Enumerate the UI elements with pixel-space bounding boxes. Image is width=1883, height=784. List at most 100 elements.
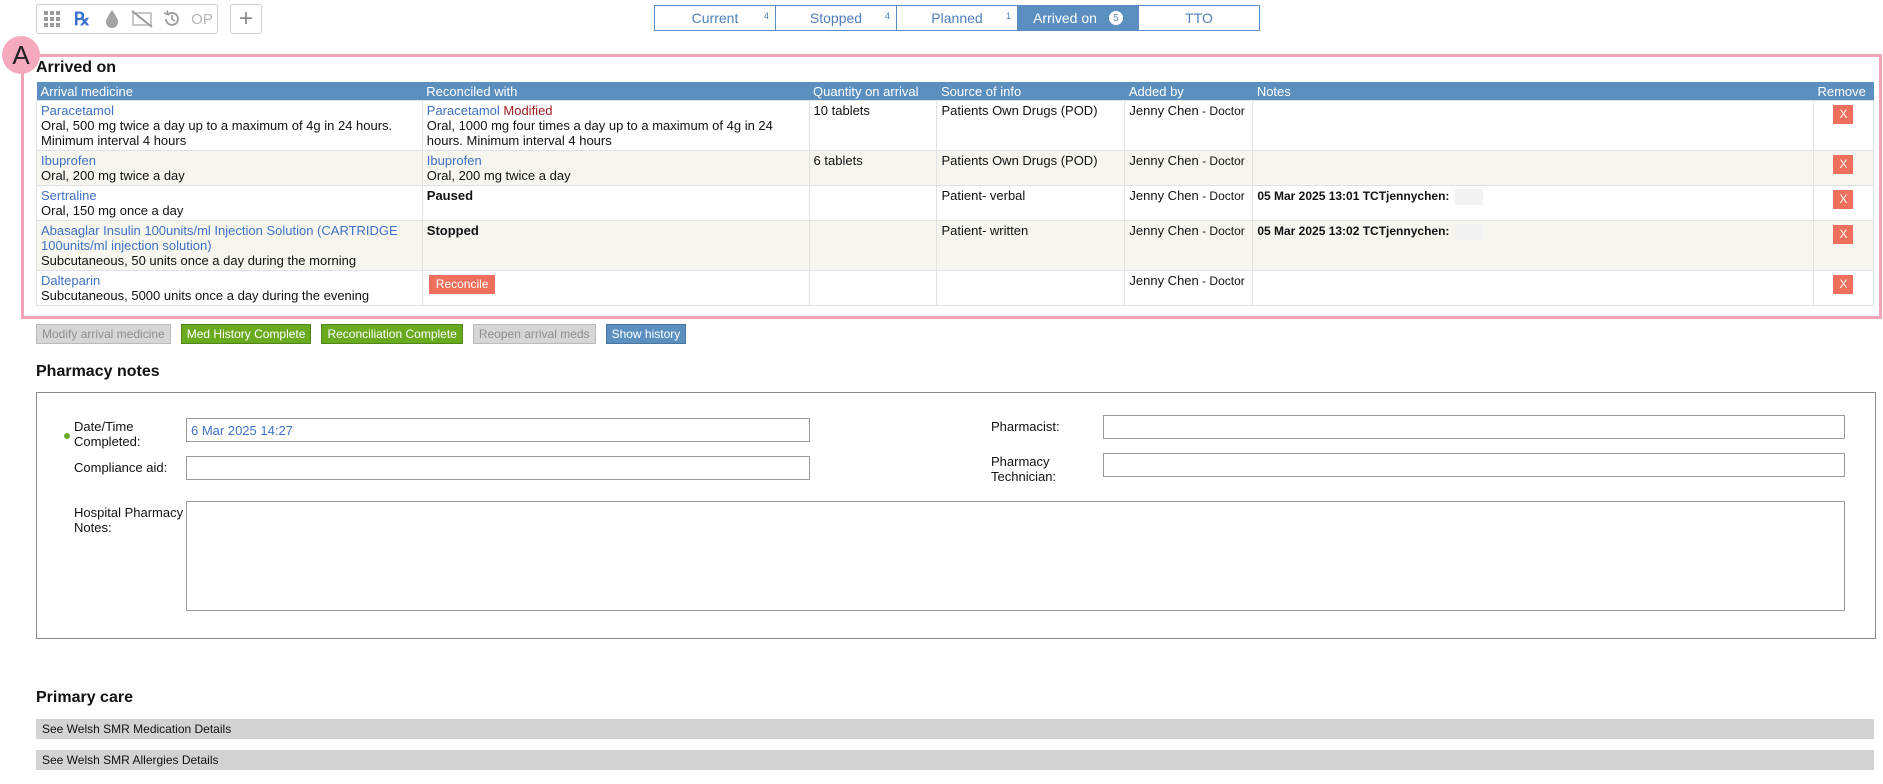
grid-icon[interactable] — [37, 5, 67, 33]
rx-icon[interactable]: ℞ — [67, 5, 97, 33]
added-by-role: - Doctor — [1198, 104, 1245, 118]
remove-button[interactable]: X — [1833, 190, 1854, 209]
drop-icon[interactable] — [97, 5, 127, 33]
datetime-completed-field[interactable]: 6 Mar 2025 14:27 — [186, 418, 810, 442]
remove-cell: X — [1812, 150, 1875, 186]
pharmacist-field[interactable] — [1103, 415, 1845, 439]
remove-cell: X — [1812, 270, 1875, 306]
added-by-role: - Doctor — [1198, 274, 1245, 288]
medicine-dose: Subcutaneous, 50 units once a day during… — [41, 253, 357, 268]
tab-count-badge: 5 — [1108, 11, 1123, 25]
redacted-block — [1455, 188, 1484, 205]
column-header: Arrival medicine — [36, 82, 423, 101]
column-header: Source of info — [936, 82, 1125, 101]
added-by-role: - Doctor — [1198, 224, 1245, 238]
column-header: Notes — [1252, 82, 1814, 101]
added-by-cell: Jenny Chen - Doctor — [1124, 185, 1254, 221]
remove-cell: X — [1812, 220, 1875, 271]
welsh-smr-medication-link[interactable]: See Welsh SMR Medication Details — [36, 719, 1874, 739]
tab-count: 1 — [1005, 11, 1011, 21]
reopen-arrival-meds-button[interactable]: Reopen arrival meds — [472, 324, 596, 344]
table-header-row: Arrival medicine Reconciled with Quantit… — [36, 82, 1874, 101]
table-row: Abasaglar Insulin 100units/ml Injection … — [36, 220, 1875, 271]
reconciled-cell: Ibuprofen Oral, 200 mg twice a day — [421, 150, 810, 186]
pharmacy-notes-title: Pharmacy notes — [36, 363, 160, 380]
tab-label: TTO — [1185, 10, 1213, 26]
added-by-cell: Jenny Chen - Doctor — [1124, 220, 1254, 271]
show-history-button[interactable]: Show history — [605, 324, 687, 344]
remove-button[interactable]: X — [1833, 155, 1854, 174]
compliance-aid-field[interactable] — [186, 456, 810, 480]
medicine-link[interactable]: Dalteparin — [41, 273, 418, 288]
notes-cell — [1252, 150, 1814, 186]
reconciled-dose: Oral, 200 mg twice a day — [426, 168, 571, 183]
column-header: Remove — [1813, 82, 1874, 101]
reconciled-medicine-link[interactable]: Ibuprofen — [427, 153, 805, 168]
tab-count: 4 — [763, 11, 769, 21]
history-icon[interactable] — [157, 5, 187, 33]
note-text: 05 Mar 2025 13:02 TCTjennychen: — [1257, 224, 1450, 238]
medicine-dose: Oral, 200 mg twice a day — [41, 168, 185, 183]
column-header: Reconciled with — [422, 82, 810, 101]
remove-button[interactable]: X — [1833, 275, 1854, 294]
tab-arrived-on[interactable]: Arrived on 5 — [1018, 6, 1139, 30]
remove-button[interactable]: X — [1833, 105, 1854, 124]
required-indicator-icon — [64, 433, 70, 439]
medicine-link[interactable]: Sertraline — [41, 188, 418, 203]
tab-label: Planned — [931, 10, 983, 26]
medicine-dose: Oral, 150 mg once a day — [41, 203, 184, 218]
tab-planned[interactable]: Planned 1 — [897, 6, 1018, 30]
added-by-name: Jenny Chen — [1129, 223, 1199, 238]
reconciliation-complete-button[interactable]: Reconciliation Complete — [321, 324, 463, 344]
table-row: Dalteparin Subcutaneous, 5000 units once… — [36, 270, 1875, 306]
tab-tto[interactable]: TTO — [1139, 6, 1259, 30]
medicine-link[interactable]: Ibuprofen — [41, 153, 418, 168]
remove-cell: X — [1812, 100, 1875, 151]
arrived-on-title: Arrived on — [36, 59, 117, 76]
quantity-cell — [808, 185, 938, 221]
med-history-complete-button[interactable]: Med History Complete — [180, 324, 312, 344]
source-cell: Patient- verbal — [936, 185, 1126, 221]
reconciled-medicine-link[interactable]: Paracetamol — [427, 103, 500, 118]
tab-current[interactable]: Current 4 — [655, 6, 776, 30]
source-cell — [936, 270, 1126, 306]
reconcile-button[interactable]: Reconcile — [428, 275, 496, 294]
medicine-link[interactable]: Paracetamol — [41, 103, 418, 118]
reconciled-cell: Reconcile — [421, 270, 810, 306]
pharmacy-technician-field[interactable] — [1103, 453, 1845, 477]
welsh-smr-allergies-link[interactable]: See Welsh SMR Allergies Details — [36, 750, 1874, 770]
datetime-label: Date/Time Completed: — [74, 419, 141, 449]
pharmacy-notes-panel: Date/Time Completed: 6 Mar 2025 14:27 Co… — [36, 392, 1876, 639]
source-cell: Patient- written — [936, 220, 1126, 271]
tab-count: 4 — [884, 11, 890, 21]
arrival-actions: Modify arrival medicine Med History Comp… — [36, 324, 687, 344]
pharmacist-label: Pharmacist: — [991, 419, 1060, 434]
source-cell: Patients Own Drugs (POD) — [936, 150, 1126, 186]
quantity-cell: 10 tablets — [808, 100, 938, 151]
modified-status: Modified — [503, 103, 553, 118]
added-by-name: Jenny Chen — [1129, 273, 1199, 288]
hospital-pharmacy-notes-textarea[interactable] — [186, 501, 1845, 611]
notes-cell: 05 Mar 2025 13:01 TCTjennychen: — [1252, 185, 1814, 221]
remove-cell: X — [1812, 185, 1875, 221]
medication-tabs: Current 4 Stopped 4 Planned 1 Arrived on… — [654, 5, 1260, 31]
column-header: Quantity on arrival — [809, 82, 937, 101]
add-button[interactable]: + — [230, 4, 262, 34]
modify-arrival-medicine-button[interactable]: Modify arrival medicine — [36, 324, 171, 344]
pharmacy-technician-label: Pharmacy Technician: — [991, 454, 1057, 484]
op-icon[interactable]: OP — [187, 5, 217, 33]
no-image-icon[interactable] — [127, 5, 157, 33]
table-row: Paracetamol Oral, 500 mg twice a day up … — [36, 100, 1875, 151]
added-by-cell: Jenny Chen - Doctor — [1124, 150, 1254, 186]
medicine-link[interactable]: Abasaglar Insulin 100units/ml Injection … — [41, 223, 418, 253]
notes-cell: 05 Mar 2025 13:02 TCTjennychen: — [1252, 220, 1814, 271]
note-text: 05 Mar 2025 13:01 TCTjennychen: — [1257, 189, 1450, 203]
added-by-role: - Doctor — [1198, 189, 1245, 203]
toolbar-icon-group: ℞ OP — [36, 4, 218, 34]
quantity-cell: 6 tablets — [808, 150, 938, 186]
compliance-aid-label: Compliance aid: — [74, 460, 168, 475]
added-by-name: Jenny Chen — [1129, 188, 1199, 203]
remove-button[interactable]: X — [1833, 225, 1854, 244]
added-by-name: Jenny Chen — [1129, 103, 1199, 118]
tab-stopped[interactable]: Stopped 4 — [776, 6, 897, 30]
